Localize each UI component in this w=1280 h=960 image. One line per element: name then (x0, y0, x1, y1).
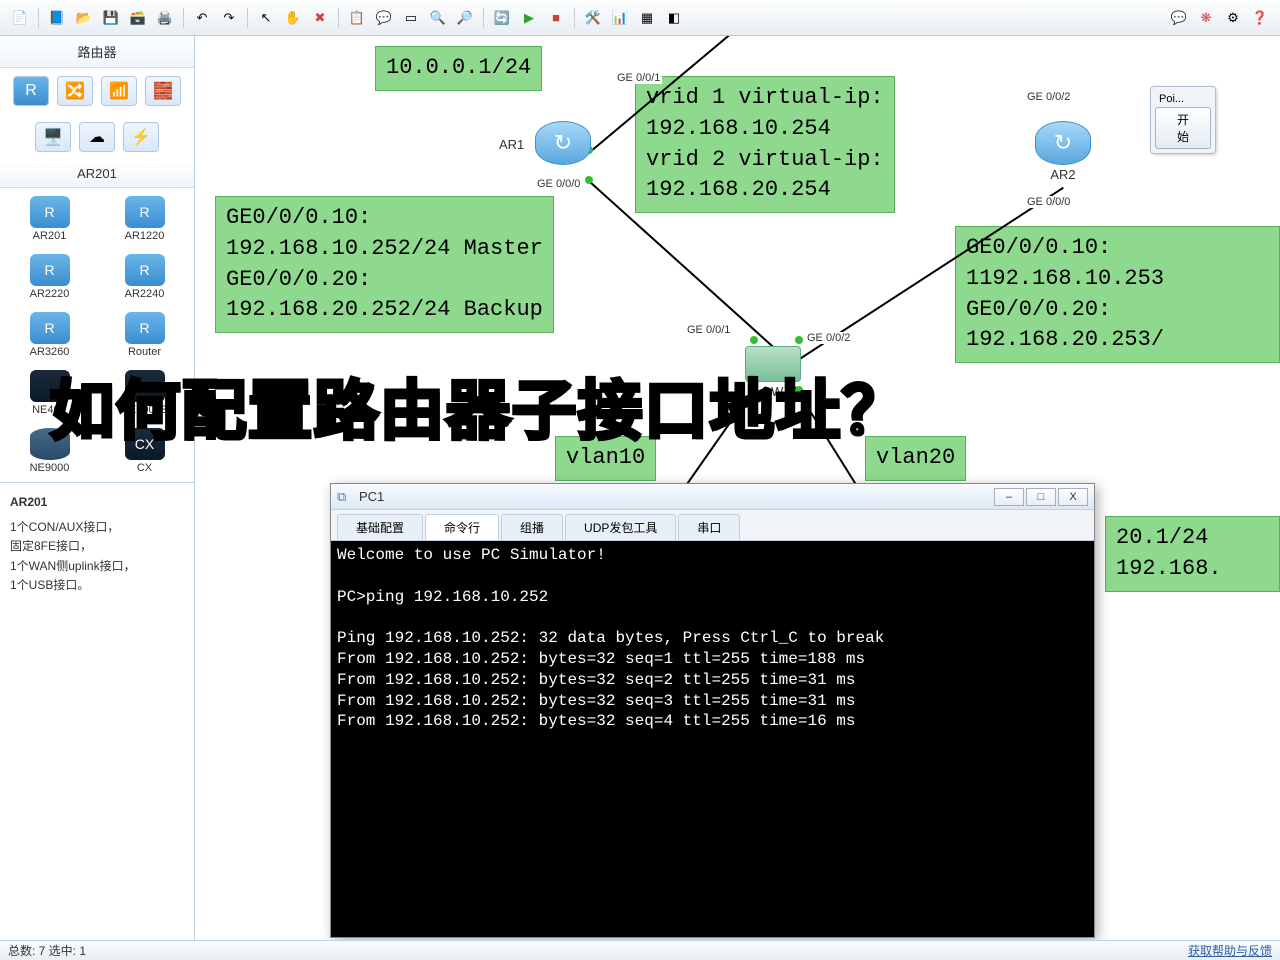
port-label: GE 0/0/0 (535, 178, 582, 190)
port-label: GE 0/0/2 (1025, 91, 1072, 103)
minimize-button[interactable]: – (994, 488, 1024, 506)
section-title: AR201 (0, 160, 194, 188)
main-toolbar: 📄 📘 📂 💾 🗃️ 🖨️ ↶ ↷ ↖ ✋ ✖ 📋 💬 ▭ 🔍 🔎 🔄 ▶ ■ … (0, 0, 1280, 36)
panel-title: 路由器 (0, 36, 194, 68)
msg-icon[interactable]: 💬 (1167, 6, 1191, 30)
pc1-window: ⧉ PC1 – □ X 基础配置命令行组播UDP发包工具串口 Welcome t… (330, 483, 1095, 938)
cat-router-icon[interactable]: R (13, 76, 49, 106)
port-label: GE 0/0/0 (1025, 196, 1072, 208)
device-item[interactable]: RAR201 (4, 192, 95, 246)
device-item[interactable]: RAR1220 (99, 192, 190, 246)
desc-title: AR201 (10, 493, 184, 512)
port-label: GE 0/0/2 (805, 332, 852, 344)
start-button[interactable]: 开始 (1155, 107, 1211, 149)
open-icon[interactable]: 📂 (72, 6, 96, 30)
save-icon[interactable]: 💾 (99, 6, 123, 30)
grid-icon[interactable]: ▦ (635, 6, 659, 30)
anno-vrid: vrid 1 virtual-ip: 192.168.10.254 vrid 2… (635, 76, 895, 213)
pc1-title-text: PC1 (359, 489, 384, 504)
new-icon[interactable]: 📄 (8, 6, 32, 30)
device-item[interactable]: RAR3260 (4, 308, 95, 362)
zoom-in-icon[interactable]: 🔍 (426, 6, 450, 30)
help-link[interactable]: 获取帮助与反馈 (1188, 942, 1272, 959)
anno-left: GE0/0/0.10: 192.168.10.252/24 Master GE0… (215, 196, 554, 333)
device-panel: 路由器 R 🔀 📶 🧱 🖥️ ☁ ⚡ AR201 RAR201RAR1220RA… (0, 36, 195, 940)
pc-tab[interactable]: 组播 (501, 514, 563, 540)
pc1-titlebar[interactable]: ⧉ PC1 – □ X (331, 484, 1094, 510)
rect-icon[interactable]: ▭ (399, 6, 423, 30)
tool1-icon[interactable]: 🛠️ (581, 6, 605, 30)
cat-firewall-icon[interactable]: 🧱 (145, 76, 181, 106)
port-label: GE 0/0/1 (615, 72, 662, 84)
cut-icon[interactable]: 📋 (345, 6, 369, 30)
tool3-icon[interactable]: ◧ (662, 6, 686, 30)
status-bar: 总数: 7 选中: 1 获取帮助与反馈 (0, 940, 1280, 960)
refresh-icon[interactable]: 🔄 (490, 6, 514, 30)
pc-tab[interactable]: 命令行 (425, 514, 499, 540)
device-ar1[interactable]: ↻ AR1 (535, 121, 591, 165)
device-item[interactable]: RAR2240 (99, 250, 190, 304)
start-popup: Poi... 开始 (1150, 86, 1216, 154)
port-label: GE 0/0/1 (685, 324, 732, 336)
maximize-button[interactable]: □ (1026, 488, 1056, 506)
new-topo-icon[interactable]: 📘 (45, 6, 69, 30)
device-item[interactable]: RRouter (99, 308, 190, 362)
help-icon[interactable]: ❓ (1248, 6, 1272, 30)
pc-tab[interactable]: 基础配置 (337, 514, 423, 540)
device-item[interactable]: RAR2220 (4, 250, 95, 304)
pc-tab[interactable]: UDP发包工具 (565, 514, 676, 540)
zoom-out-icon[interactable]: 🔎 (453, 6, 477, 30)
status-count: 总数: 7 选中: 1 (8, 942, 86, 959)
play-icon[interactable]: ▶ (517, 6, 541, 30)
cat-switch-icon[interactable]: 🔀 (57, 76, 93, 106)
device-ar2[interactable]: ↻ AR2 (1035, 121, 1091, 182)
undo-icon[interactable]: ↶ (190, 6, 214, 30)
device-description: AR201 1个CON/AUX接口，固定8FE接口，1个WAN侧uplink接口… (0, 482, 194, 605)
pc-tab[interactable]: 串口 (678, 514, 740, 540)
anno-top: 10.0.0.1/24 (375, 46, 542, 91)
cat-link-icon[interactable]: ⚡ (123, 122, 159, 152)
delete-icon[interactable]: ✖ (308, 6, 332, 30)
note-icon[interactable]: 💬 (372, 6, 396, 30)
pc-icon: ⧉ (337, 489, 353, 505)
pointer-icon[interactable]: ↖ (254, 6, 278, 30)
saveall-icon[interactable]: 🗃️ (126, 6, 150, 30)
redo-icon[interactable]: ↷ (217, 6, 241, 30)
popup-tab: Poi... (1155, 91, 1211, 107)
cat-wlan-icon[interactable]: 📶 (101, 76, 137, 106)
cat-pc-icon[interactable]: 🖥️ (35, 122, 71, 152)
huawei-icon[interactable]: ❋ (1194, 6, 1218, 30)
overlay-title: 如何配置路由器子接口地址？ (50, 360, 908, 452)
terminal-output[interactable]: Welcome to use PC Simulator! PC>ping 192… (331, 541, 1094, 937)
tool2-icon[interactable]: 📊 (608, 6, 632, 30)
topology-canvas[interactable]: 10.0.0.1/24 vrid 1 virtual-ip: 192.168.1… (195, 36, 1280, 940)
hand-icon[interactable]: ✋ (281, 6, 305, 30)
anno-right: GE0/0/0.10: 1192.168.10.253 GE0/0/0.20: … (955, 226, 1280, 363)
close-button[interactable]: X (1058, 488, 1088, 506)
settings-icon[interactable]: ⚙ (1221, 6, 1245, 30)
print-icon[interactable]: 🖨️ (153, 6, 177, 30)
cat-cloud-icon[interactable]: ☁ (79, 122, 115, 152)
anno-bottom1: 20.1/24 192.168. (1105, 516, 1280, 592)
stop-icon[interactable]: ■ (544, 6, 568, 30)
